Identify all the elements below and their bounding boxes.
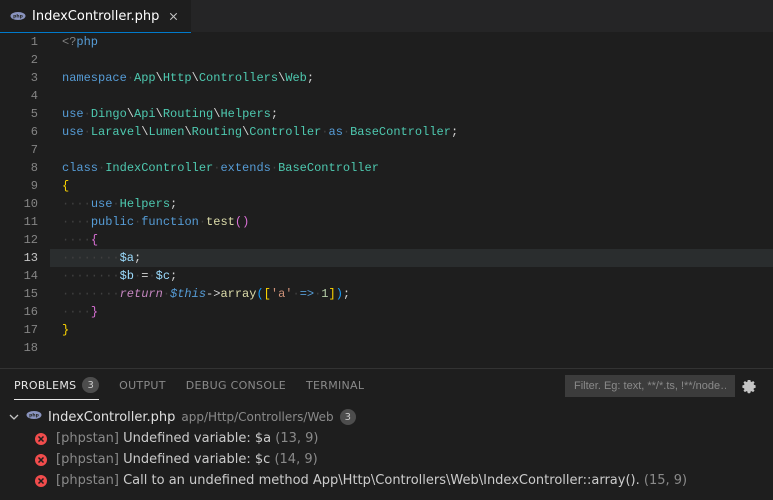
- code-line: [50, 339, 773, 357]
- code-line: ····public·function·test(): [50, 213, 773, 231]
- bottom-panel: PROBLEMS 3 OUTPUT DEBUG CONSOLE TERMINAL…: [0, 368, 773, 500]
- close-icon[interactable]: [165, 8, 181, 24]
- error-icon: [34, 474, 48, 488]
- code-line: [50, 87, 773, 105]
- editor[interactable]: 1 2 3 4 5 6 7 8 9 10 11 12 13 14 15 16 1…: [0, 33, 773, 368]
- tab-problems-label: PROBLEMS: [14, 379, 76, 392]
- svg-text:php: php: [29, 413, 39, 419]
- problem-file-row[interactable]: php IndexController.php app/Http/Control…: [4, 406, 769, 428]
- svg-text:php: php: [13, 14, 23, 20]
- gutter: 1 2 3 4 5 6 7 8 9 10 11 12 13 14 15 16 1…: [0, 33, 50, 368]
- php-icon: php: [26, 407, 42, 427]
- code-line: ········return·$this->array(['a'·=>·1]);: [50, 285, 773, 303]
- tab-problems[interactable]: PROBLEMS 3: [14, 371, 99, 400]
- problem-file-path: app/Http/Controllers/Web: [181, 410, 333, 424]
- problem-file-count: 3: [340, 409, 356, 425]
- tab-file[interactable]: php IndexController.php: [0, 0, 191, 33]
- tab-debug-console[interactable]: DEBUG CONSOLE: [186, 373, 286, 398]
- code-line: ····use·Helpers;: [50, 195, 773, 213]
- code-line: ····{: [50, 231, 773, 249]
- code-line: use·Dingo\Api\Routing\Helpers;: [50, 105, 773, 123]
- code-line: {: [50, 177, 773, 195]
- panel-tabs: PROBLEMS 3 OUTPUT DEBUG CONSOLE TERMINAL: [0, 369, 773, 402]
- error-icon: [34, 453, 48, 467]
- code-line: ····}: [50, 303, 773, 321]
- problems-count-badge: 3: [82, 377, 99, 393]
- chevron-down-icon: [8, 411, 20, 423]
- code-line: use·Laravel\Lumen\Routing\Controller·as·…: [50, 123, 773, 141]
- code-line: [50, 141, 773, 159]
- tab-terminal[interactable]: TERMINAL: [306, 373, 364, 398]
- problem-file-name: IndexController.php: [48, 410, 175, 425]
- problems-list: php IndexController.php app/Http/Control…: [0, 402, 773, 495]
- problem-item[interactable]: [phpstan] Undefined variable: $c (14, 9): [4, 449, 769, 470]
- code-line: ········$b·=·$c;: [50, 267, 773, 285]
- php-icon: php: [10, 8, 26, 24]
- problem-item[interactable]: [phpstan] Undefined variable: $a (13, 9): [4, 428, 769, 449]
- error-icon: [34, 432, 48, 446]
- tab-output[interactable]: OUTPUT: [119, 373, 166, 398]
- code-area[interactable]: <?php namespace·App\Http\Controllers\Web…: [50, 33, 773, 368]
- code-line: <?php: [50, 33, 773, 51]
- gear-icon[interactable]: [739, 376, 759, 396]
- code-line: class·IndexController·extends·BaseContro…: [50, 159, 773, 177]
- problem-item[interactable]: [phpstan] Call to an undefined method Ap…: [4, 470, 769, 491]
- tab-bar: php IndexController.php: [0, 0, 773, 33]
- code-line: ········$a;: [50, 249, 773, 267]
- code-line: [50, 51, 773, 69]
- code-line: }: [50, 321, 773, 339]
- code-line: namespace·App\Http\Controllers\Web;: [50, 69, 773, 87]
- tab-title: IndexController.php: [32, 9, 159, 24]
- filter-input[interactable]: [565, 375, 735, 397]
